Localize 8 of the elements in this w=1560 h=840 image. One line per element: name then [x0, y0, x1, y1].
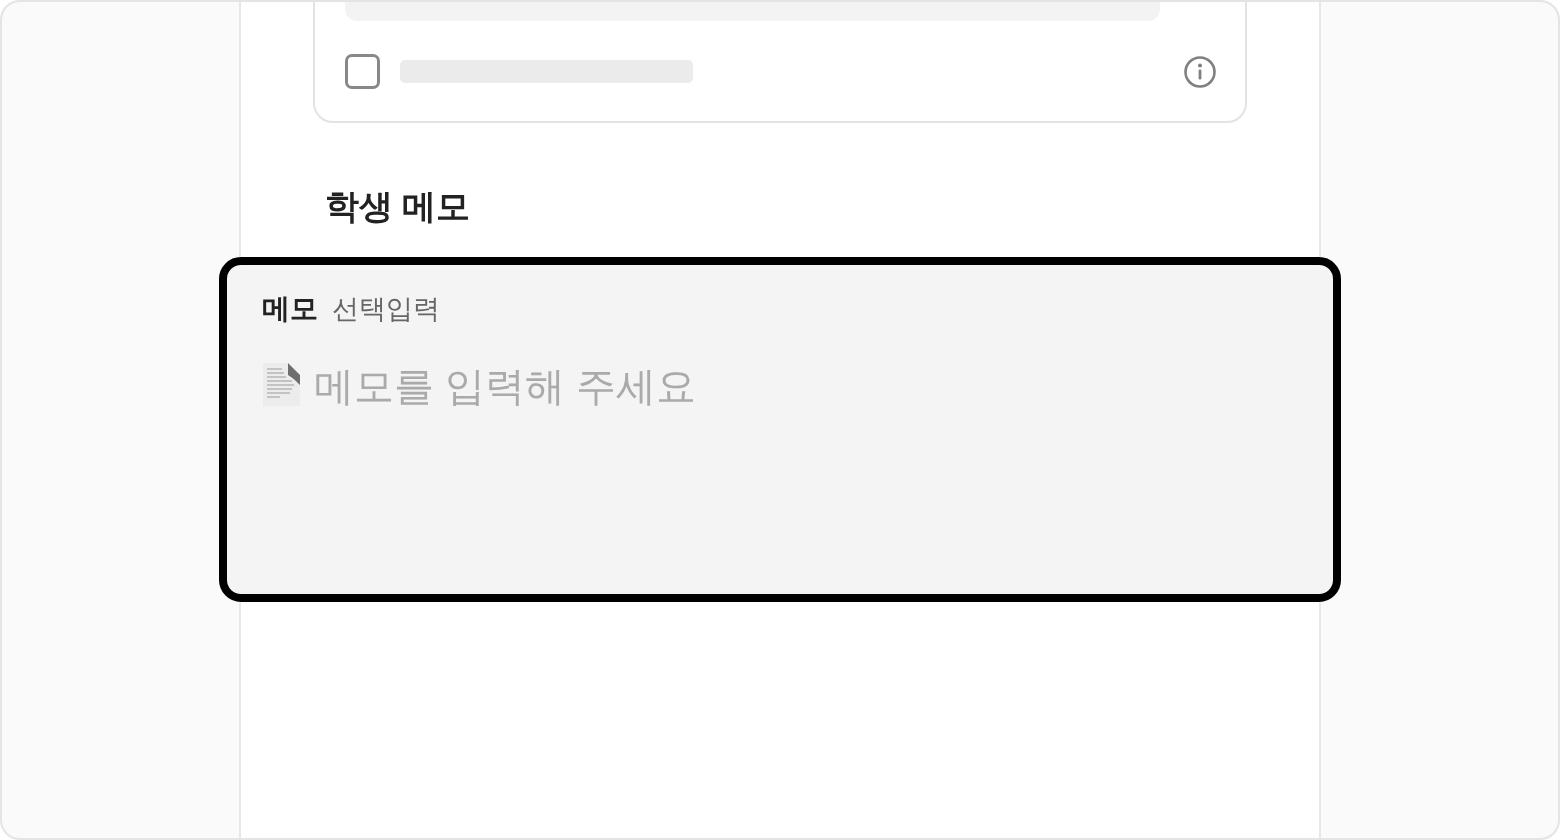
- section-title: 학생 메모: [324, 186, 472, 227]
- memo-textarea[interactable]: 메모를 입력해 주세요: [314, 363, 1298, 523]
- info-icon[interactable]: [1184, 55, 1216, 88]
- optional-tag: 선택입력: [332, 291, 440, 327]
- document-icon: [262, 363, 300, 406]
- field-label: 메모: [262, 292, 318, 326]
- memo-field[interactable]: 메모 선택입력 메모를 입력해 주세요: [219, 257, 1341, 602]
- checkbox[interactable]: [345, 54, 380, 89]
